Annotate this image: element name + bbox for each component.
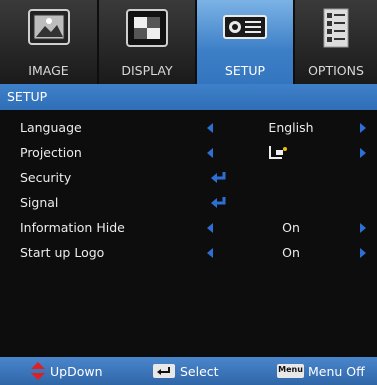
arrow-left-icon[interactable] — [207, 148, 213, 158]
enter-icon[interactable] — [210, 171, 228, 185]
section-title: SETUP — [7, 89, 48, 104]
tab-label: SETUP — [224, 63, 266, 78]
tab-image[interactable]: IMAGE — [0, 0, 97, 84]
arrow-right-icon[interactable] — [360, 223, 366, 233]
tab-setup[interactable]: SETUP — [197, 0, 293, 84]
tab-label: DISPLAY — [121, 63, 173, 78]
menu-item-label: Signal — [20, 195, 59, 210]
arrow-right-icon[interactable] — [360, 148, 366, 158]
arrow-left-icon[interactable] — [207, 248, 213, 258]
footer-help-bar: UpDown Select Menu Menu Off — [0, 357, 377, 385]
menu-item-value: On — [282, 245, 300, 260]
menu-key-label: Menu — [278, 365, 303, 374]
menu-row-projection[interactable]: Projection — [0, 141, 377, 166]
updown-arrows-icon — [31, 362, 45, 380]
arrow-right-icon[interactable] — [360, 248, 366, 258]
enter-icon[interactable] — [210, 196, 228, 210]
arrow-left-icon[interactable] — [207, 123, 213, 133]
tab-label: IMAGE — [28, 63, 69, 78]
menu-item-label: Start up Logo — [20, 245, 105, 260]
options-checklist-icon — [323, 8, 349, 48]
menu-item-value: English — [268, 120, 314, 135]
main-menu-tab-bar: IMAGE DISPLAY SETUP OPTIONS — [0, 0, 377, 84]
menu-item-label: Security — [20, 170, 72, 185]
tab-options[interactable]: OPTIONS — [295, 0, 377, 84]
menu-row-language[interactable]: Language English — [0, 116, 377, 141]
menu-key-icon: Menu — [277, 364, 304, 378]
menu-row-signal[interactable]: Signal — [0, 191, 377, 216]
menu-row-information-hide[interactable]: Information Hide On — [0, 216, 377, 241]
menu-item-value: On — [282, 220, 300, 235]
footer-select-label: Select — [180, 364, 219, 379]
menu-row-start-up-logo[interactable]: Start up Logo On — [0, 241, 377, 266]
tab-label: OPTIONS — [308, 63, 364, 78]
arrow-right-icon[interactable] — [360, 123, 366, 133]
tab-display[interactable]: DISPLAY — [99, 0, 195, 84]
footer-menu-off-label: Menu Off — [308, 364, 365, 379]
menu-item-label: Language — [20, 120, 82, 135]
menu-item-label: Information Hide — [20, 220, 125, 235]
projection-mode-icon — [269, 146, 287, 159]
section-header: SETUP — [0, 84, 377, 110]
menu-row-security[interactable]: Security — [0, 166, 377, 191]
setup-menu-panel: Language English Projection Security Sig… — [0, 110, 377, 357]
arrow-left-icon[interactable] — [207, 223, 213, 233]
display-icon — [126, 9, 168, 47]
footer-updown-label: UpDown — [50, 364, 103, 379]
projector-icon — [223, 15, 267, 39]
menu-item-label: Projection — [20, 145, 82, 160]
enter-key-icon — [153, 364, 175, 378]
picture-icon — [27, 9, 70, 45]
